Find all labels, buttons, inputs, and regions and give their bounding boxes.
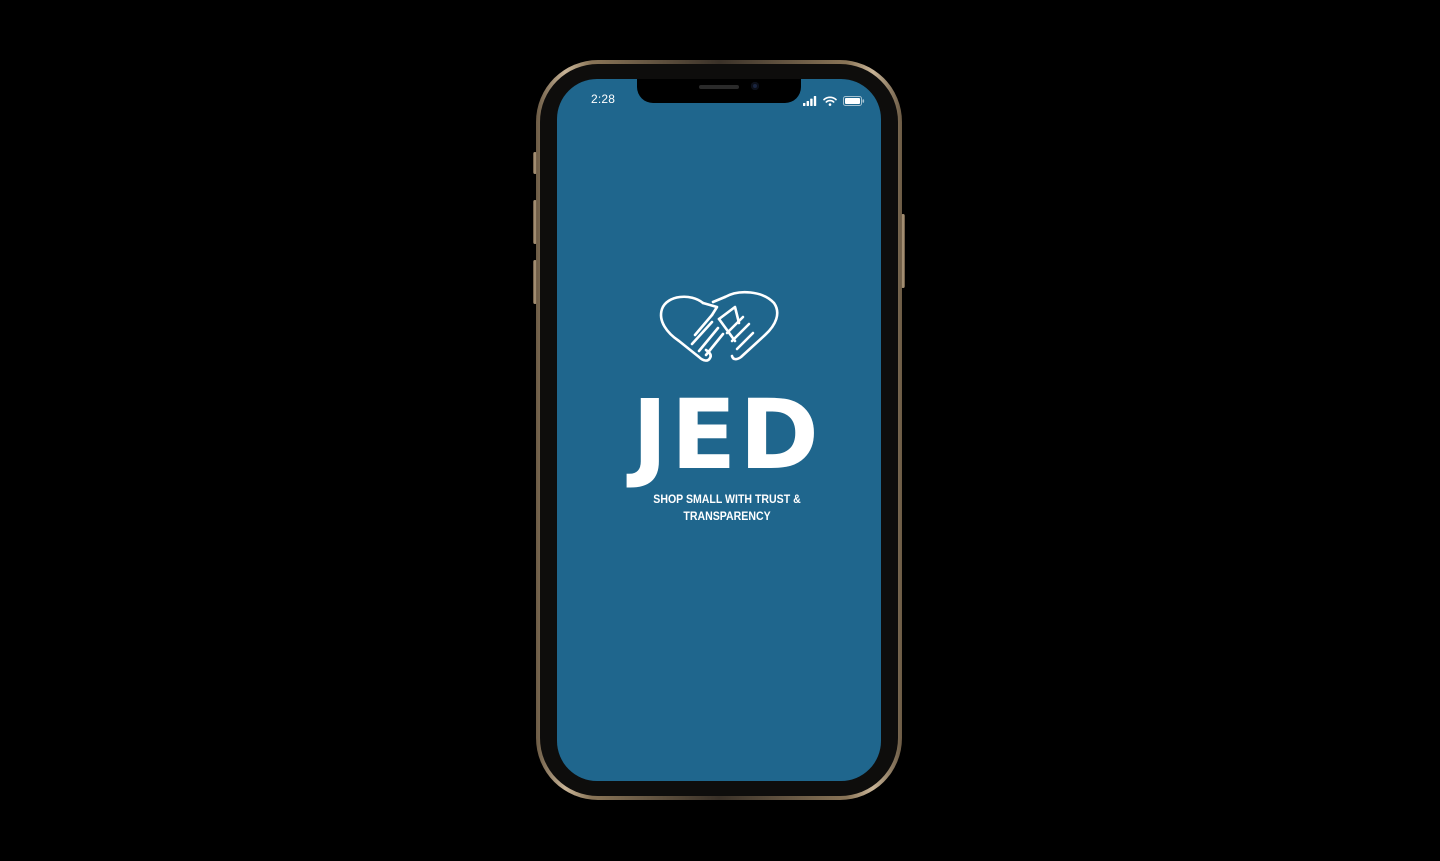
mute-switch [533, 152, 537, 174]
notch [637, 79, 801, 103]
tagline-line-2: TRANSPARENCY [683, 509, 771, 523]
volume-up-button [533, 200, 537, 244]
status-time: 2:28 [591, 92, 616, 106]
phone-screen[interactable]: 2:28 JED SHOP SMALL WITH TRUST & TRANSPA… [557, 79, 881, 781]
brand-name: JED [632, 379, 822, 491]
power-button [901, 214, 905, 288]
cellular-signal-icon [803, 93, 817, 111]
status-icons [803, 93, 865, 111]
wifi-icon [823, 93, 837, 111]
tagline: SHOP SMALL WITH TRUST & TRANSPARENCY [577, 491, 876, 525]
stage: 2:28 JED SHOP SMALL WITH TRUST & TRANSPA… [0, 0, 1440, 861]
logo [557, 289, 881, 380]
tagline-line-1: SHOP SMALL WITH TRUST & [653, 492, 801, 506]
battery-icon [843, 93, 865, 111]
volume-down-button [533, 260, 537, 304]
speaker [699, 85, 739, 89]
front-camera [751, 82, 759, 90]
heart-hands-icon [657, 289, 781, 380]
